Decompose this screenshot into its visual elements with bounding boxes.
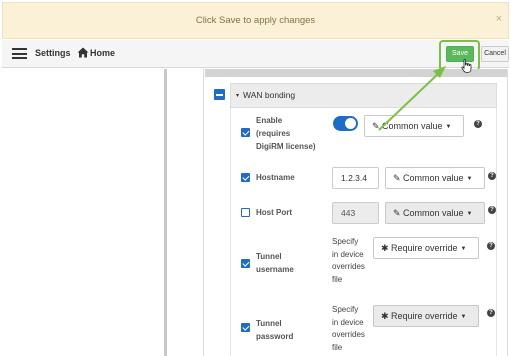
enable-toggle[interactable] [333,116,358,131]
section-caret-icon: ▾ [236,93,240,99]
edit-icon: ✎ [393,173,401,183]
tunnel-username-label-line: username [256,265,294,274]
help-icon[interactable]: ? [474,120,482,128]
tunnel-username-note: Specify in device overrides file [332,236,365,286]
help-icon[interactable]: ? [487,309,495,317]
note-line: Specify [332,305,359,314]
breadcrumb-home[interactable]: Home [90,48,115,58]
edit-icon: ✎ [393,208,401,218]
top-bar: Settings Home [2,40,509,68]
host-port-value-dropdown[interactable]: ✎ Common value ▼ [385,202,485,224]
note-line: in device [332,317,364,327]
asterisk-icon: ✱ [381,311,389,321]
enable-checkbox[interactable] [241,128,250,137]
enable-label-line: (requires [256,129,291,138]
sidebar [2,69,164,356]
tunnel-password-note: Specify in device overrides file [332,304,365,354]
hand-cursor-icon [461,59,472,73]
dropdown-label: Common value [403,208,464,218]
help-icon[interactable]: ? [487,242,495,250]
dropdown-label: Common value [382,121,443,131]
hostname-input[interactable]: 1.2.3.4 [332,167,379,189]
section-title: WAN bonding [243,90,296,100]
note-line: Specify [332,237,359,246]
help-icon[interactable]: ? [488,206,496,214]
caret-down-icon: ▼ [466,176,473,182]
enable-label-line: DigiRM license) [256,142,316,151]
note-line: file [332,274,343,284]
close-icon[interactable]: × [496,13,502,25]
note-line: overrides [332,330,365,339]
host-port-label: Host Port [256,208,292,217]
tunnel-username-value-dropdown[interactable]: ✱ Require override ▼ [373,237,479,259]
notification-banner: Click Save to apply changes × [2,2,509,39]
tunnel-password-value-dropdown[interactable]: ✱ Require override ▼ [373,305,479,327]
menu-icon[interactable] [12,48,27,59]
help-icon[interactable]: ? [488,172,496,180]
tunnel-password-label-line: password [256,332,294,341]
tunnel-username-checkbox[interactable] [241,259,250,268]
hostname-value-dropdown[interactable]: ✎ Common value ▼ [385,167,485,189]
tunnel-username-label: Tunnel username [256,250,294,276]
breadcrumb-settings[interactable]: Settings [35,48,71,58]
enable-value-dropdown[interactable]: ✎ Common value ▼ [364,115,464,137]
collapse-section-icon[interactable] [214,89,225,100]
caret-down-icon: ▼ [460,246,467,252]
edit-icon: ✎ [372,121,380,131]
enable-label: Enable (requires DigiRM license) [256,114,316,153]
note-line: in device [332,249,364,259]
home-icon [77,47,89,58]
tunnel-password-checkbox[interactable] [241,323,250,332]
note-line: overrides [332,262,365,271]
enable-label-line: Enable [256,116,283,125]
dropdown-label: Common value [403,173,464,183]
note-line: file [332,342,343,352]
save-button-highlight [439,40,480,71]
cancel-button[interactable]: Cancel [481,46,509,62]
asterisk-icon: ✱ [381,243,389,253]
tunnel-password-label: Tunnel password [256,317,293,343]
dropdown-label: Require override [391,243,458,253]
tunnel-password-label-line: Tunnel [256,319,282,328]
banner-message: Click Save to apply changes [195,15,316,26]
caret-down-icon: ▼ [466,211,473,217]
tunnel-username-label-line: Tunnel [256,252,282,261]
hostname-label: Hostname [256,173,295,182]
hostname-checkbox[interactable] [241,173,250,182]
host-port-checkbox[interactable] [241,208,250,217]
host-port-input[interactable]: 443 [332,202,379,224]
dropdown-label: Require override [391,311,458,321]
caret-down-icon: ▼ [445,124,452,130]
caret-down-icon: ▼ [460,314,467,320]
